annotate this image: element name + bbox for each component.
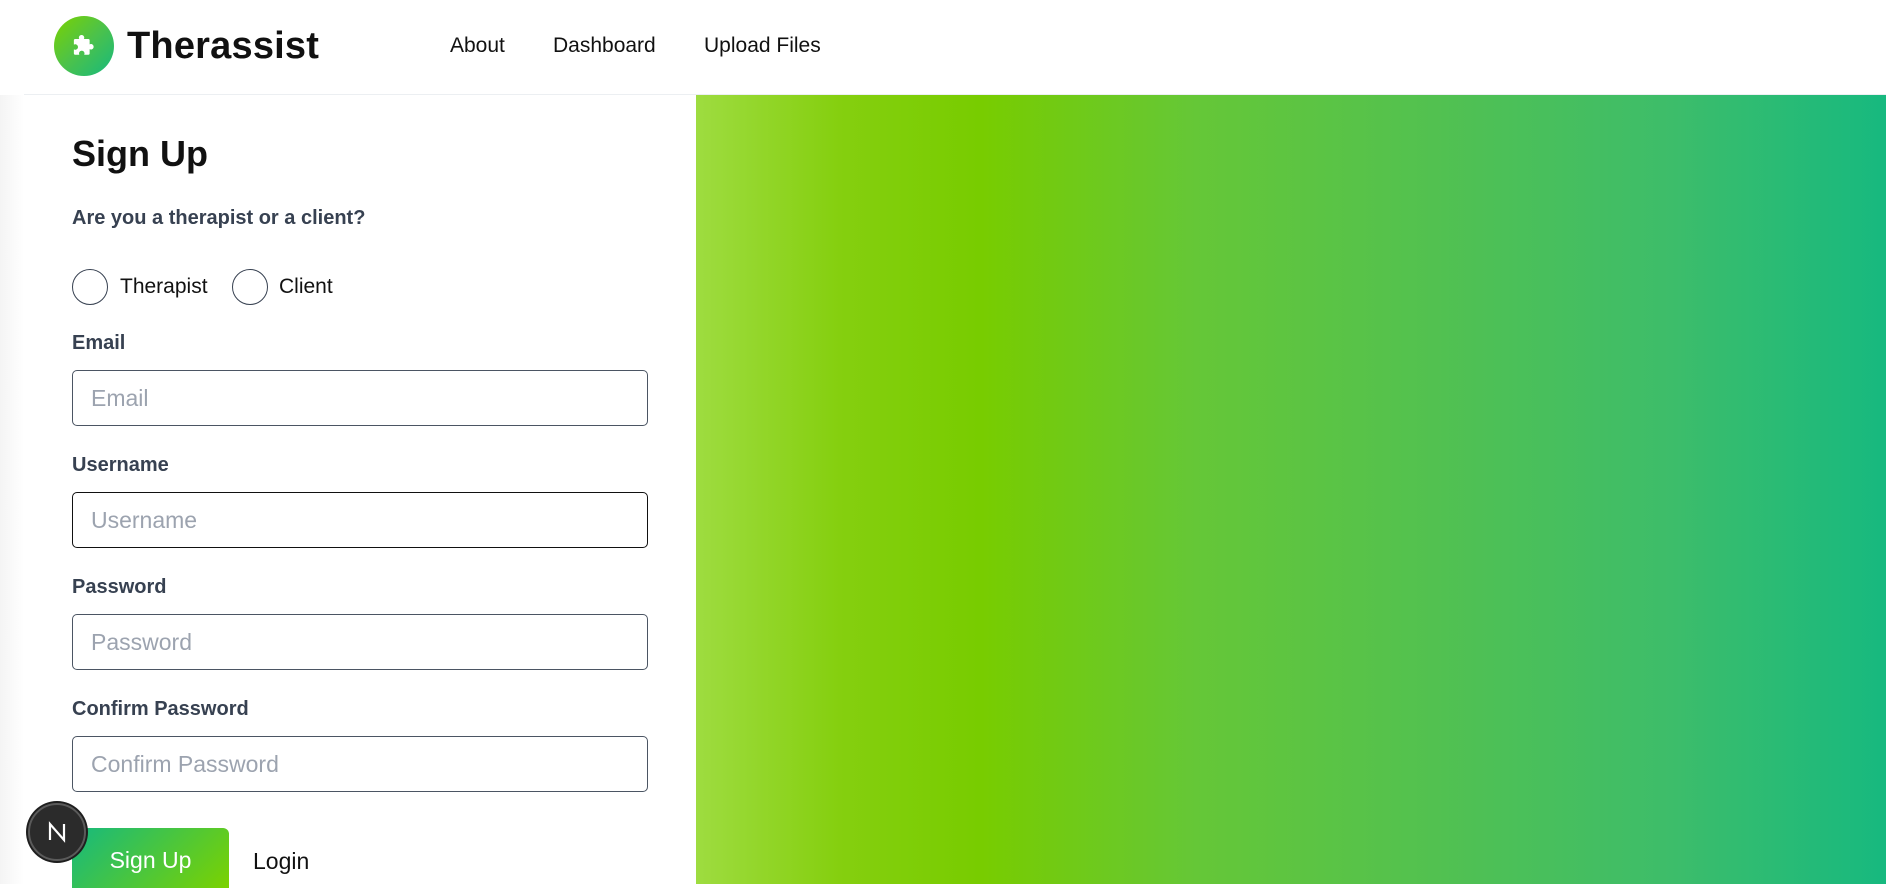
hero-gradient-panel [696, 95, 1886, 884]
signup-button[interactable]: Sign Up [72, 828, 229, 888]
role-label-client[interactable]: Client [279, 275, 333, 299]
email-field[interactable] [72, 370, 648, 426]
role-radio-client[interactable] [232, 269, 268, 305]
email-label: Email [72, 332, 126, 354]
password-label: Password [72, 576, 167, 598]
nav-link-upload-files[interactable]: Upload Files [704, 34, 821, 58]
role-label-therapist[interactable]: Therapist [120, 275, 208, 299]
confirm-password-field[interactable] [72, 736, 648, 792]
page-title: Sign Up [72, 133, 208, 174]
brand-name[interactable]: Therassist [127, 24, 319, 68]
nextjs-icon [48, 821, 66, 843]
brand-logo[interactable] [54, 16, 114, 76]
login-link[interactable]: Login [253, 848, 309, 874]
username-field[interactable] [72, 492, 648, 548]
left-gutter [0, 95, 24, 884]
confirm-password-label: Confirm Password [72, 698, 249, 720]
role-radio-therapist[interactable] [72, 269, 108, 305]
nav-link-about[interactable]: About [450, 34, 505, 58]
password-field[interactable] [72, 614, 648, 670]
top-nav-bar: Therassist About Dashboard Upload Files [0, 0, 1886, 94]
nav-link-dashboard[interactable]: Dashboard [553, 34, 656, 58]
dev-tools-badge[interactable] [28, 803, 86, 861]
username-label: Username [72, 454, 169, 476]
role-question: Are you a therapist or a client? [72, 207, 366, 229]
puzzle-icon [73, 35, 94, 55]
